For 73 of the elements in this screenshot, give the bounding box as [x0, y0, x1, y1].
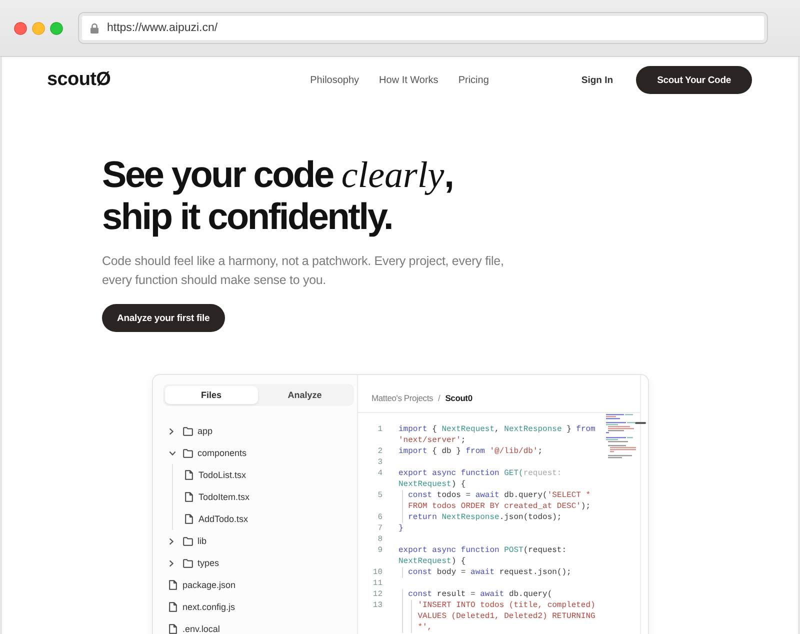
line-number: 9 — [376, 545, 382, 556]
line-number: 13 — [372, 600, 382, 611]
folder-item[interactable]: app — [168, 426, 213, 436]
folder-item[interactable]: lib — [168, 536, 207, 546]
tab[interactable]: Files — [164, 386, 258, 404]
line-number: 6 — [376, 512, 382, 523]
logo[interactable]: scoutØ — [47, 69, 111, 91]
lock-icon — [90, 22, 99, 34]
file-item[interactable]: package.json — [168, 580, 236, 590]
code-line: NextRequest) { — [398, 479, 466, 490]
minimap-drawing[interactable] — [606, 413, 638, 459]
nav-link[interactable]: How It Works — [379, 74, 438, 86]
line-number: 2 — [376, 446, 382, 457]
file-icon — [168, 624, 176, 634]
hero-heading: See your code clearly, ship it confidently. — [102, 154, 453, 237]
code-line: 'INSERT INTO todos (title, completed) — [418, 600, 596, 611]
file-icon — [168, 602, 176, 612]
line-number: 12 — [372, 589, 382, 600]
code-line: import { db } from '@/lib/db'; — [398, 446, 543, 457]
code-line: return NextResponse.json(todos); — [408, 512, 562, 523]
code-line: const result = await db.query( — [408, 589, 552, 600]
chevron-down-icon[interactable] — [168, 450, 176, 456]
chevron-right-icon[interactable] — [168, 428, 174, 434]
breadcrumb-separator: / — [438, 393, 440, 404]
line-number: 11 — [372, 578, 382, 589]
line-number: 10 — [372, 567, 382, 578]
code-line: NextRequest) { — [398, 556, 466, 567]
file-icon — [168, 580, 176, 590]
maximize-window-icon[interactable] — [50, 22, 63, 34]
address-bar[interactable]: https://www.aipuzi.cn/ — [78, 12, 768, 44]
line-number: 8 — [376, 534, 382, 545]
file-item[interactable]: AddTodo.tsx — [184, 514, 248, 524]
file-item[interactable]: TodoList.tsx — [184, 470, 246, 480]
folder-icon — [182, 448, 192, 458]
scrollbar-thumb[interactable] — [634, 422, 646, 424]
folder-icon — [182, 558, 192, 568]
hero-subtitle: Code should feel like a harmony, not a patchwork. Every project, every file, every function should make sense to you. — [102, 253, 505, 289]
breadcrumb-current: Scout0 — [445, 393, 472, 404]
breadcrumb-link[interactable]: Matteo's Projects — [372, 393, 434, 404]
code-line: const todos = await db.query('SELECT * — [408, 490, 591, 501]
line-number: 5 — [376, 490, 382, 501]
line-number: 7 — [376, 523, 382, 534]
code-line: const body = await request.json(); — [408, 567, 572, 578]
code-line: *', — [418, 622, 432, 633]
line-number: 3 — [376, 457, 382, 468]
folder-item[interactable]: components — [168, 448, 247, 458]
line-number: 4 — [376, 468, 382, 479]
analyze-button[interactable]: Analyze your first file — [102, 304, 225, 332]
sign-in-link[interactable]: Sign In — [581, 74, 614, 86]
chevron-right-icon[interactable] — [168, 538, 174, 544]
folder-icon — [182, 426, 192, 436]
file-icon — [184, 514, 192, 524]
code-line: VALUES (Deleted1, Deleted2) RETURNING — [418, 611, 596, 622]
cta-button[interactable]: Scout Your Code — [636, 66, 752, 94]
code-line: export async function GET(request: — [398, 468, 562, 479]
code-line: import { NextRequest, NextResponse } from — [398, 424, 596, 435]
code-line: } — [398, 523, 404, 534]
file-icon — [184, 492, 192, 502]
chevron-right-icon[interactable] — [168, 560, 174, 566]
folder-item[interactable]: types — [168, 558, 220, 568]
file-item[interactable]: TodoItem.tsx — [184, 492, 250, 502]
file-item[interactable]: next.config.js — [168, 602, 236, 612]
file-icon — [184, 470, 192, 480]
tab[interactable]: Analyze — [258, 386, 352, 404]
close-window-icon[interactable] — [14, 22, 27, 34]
code-line: 'next/server'; — [398, 435, 466, 446]
folder-icon — [182, 536, 192, 546]
code-line: FROM todos ORDER BY created_at DESC'); — [408, 501, 591, 512]
file-item[interactable]: .env.local — [168, 624, 220, 634]
nav-link[interactable]: Philosophy — [310, 74, 360, 86]
nav-link[interactable]: Pricing — [458, 74, 489, 86]
line-number: 1 — [376, 424, 382, 435]
code-line: export async function POST(request: — [398, 545, 567, 556]
